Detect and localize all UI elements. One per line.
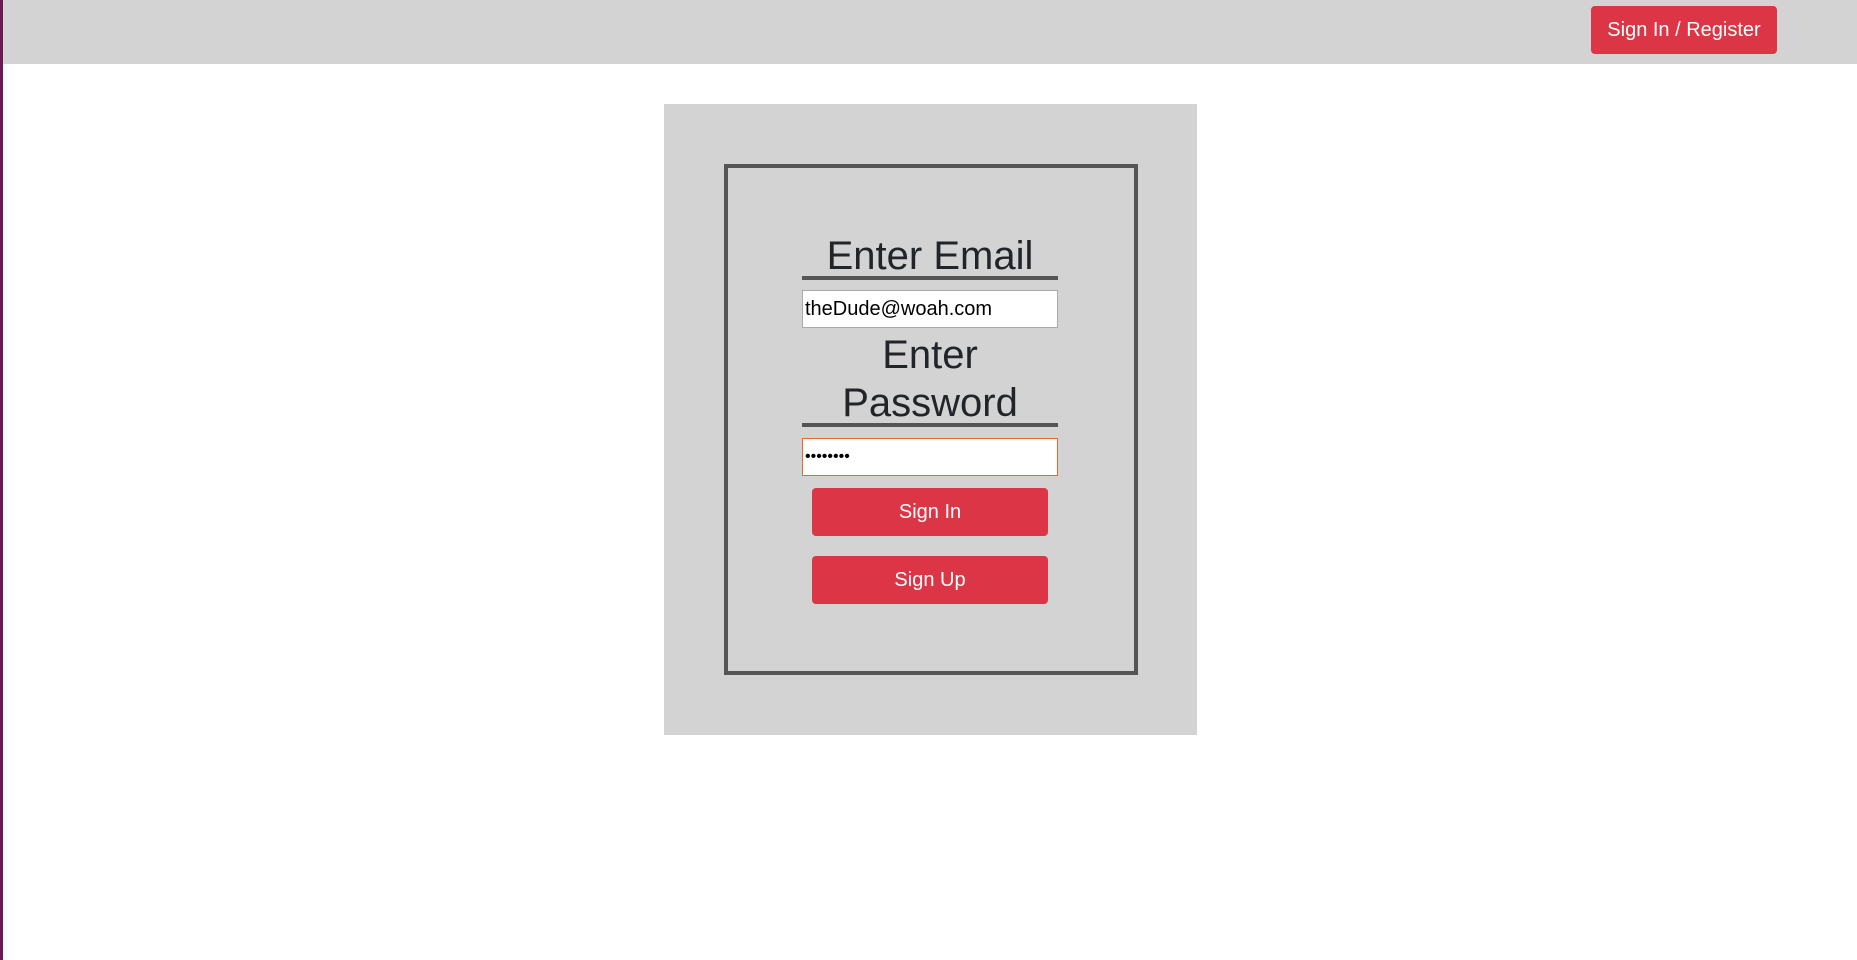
sign-up-button[interactable]: Sign Up [812,556,1048,604]
email-heading: Enter Email [802,232,1058,280]
login-panel: Enter Email Enter Password Sign In Sign … [664,104,1197,735]
sign-in-button[interactable]: Sign In [812,488,1048,536]
password-heading: Enter Password [802,331,1058,427]
signin-register-button[interactable]: Sign In / Register [1591,6,1777,54]
top-navbar: Sign In / Register [3,0,1857,64]
password-field[interactable] [802,438,1058,476]
email-field[interactable] [802,290,1058,328]
login-form: Enter Email Enter Password Sign In Sign … [724,164,1138,675]
window-left-edge [0,0,3,960]
